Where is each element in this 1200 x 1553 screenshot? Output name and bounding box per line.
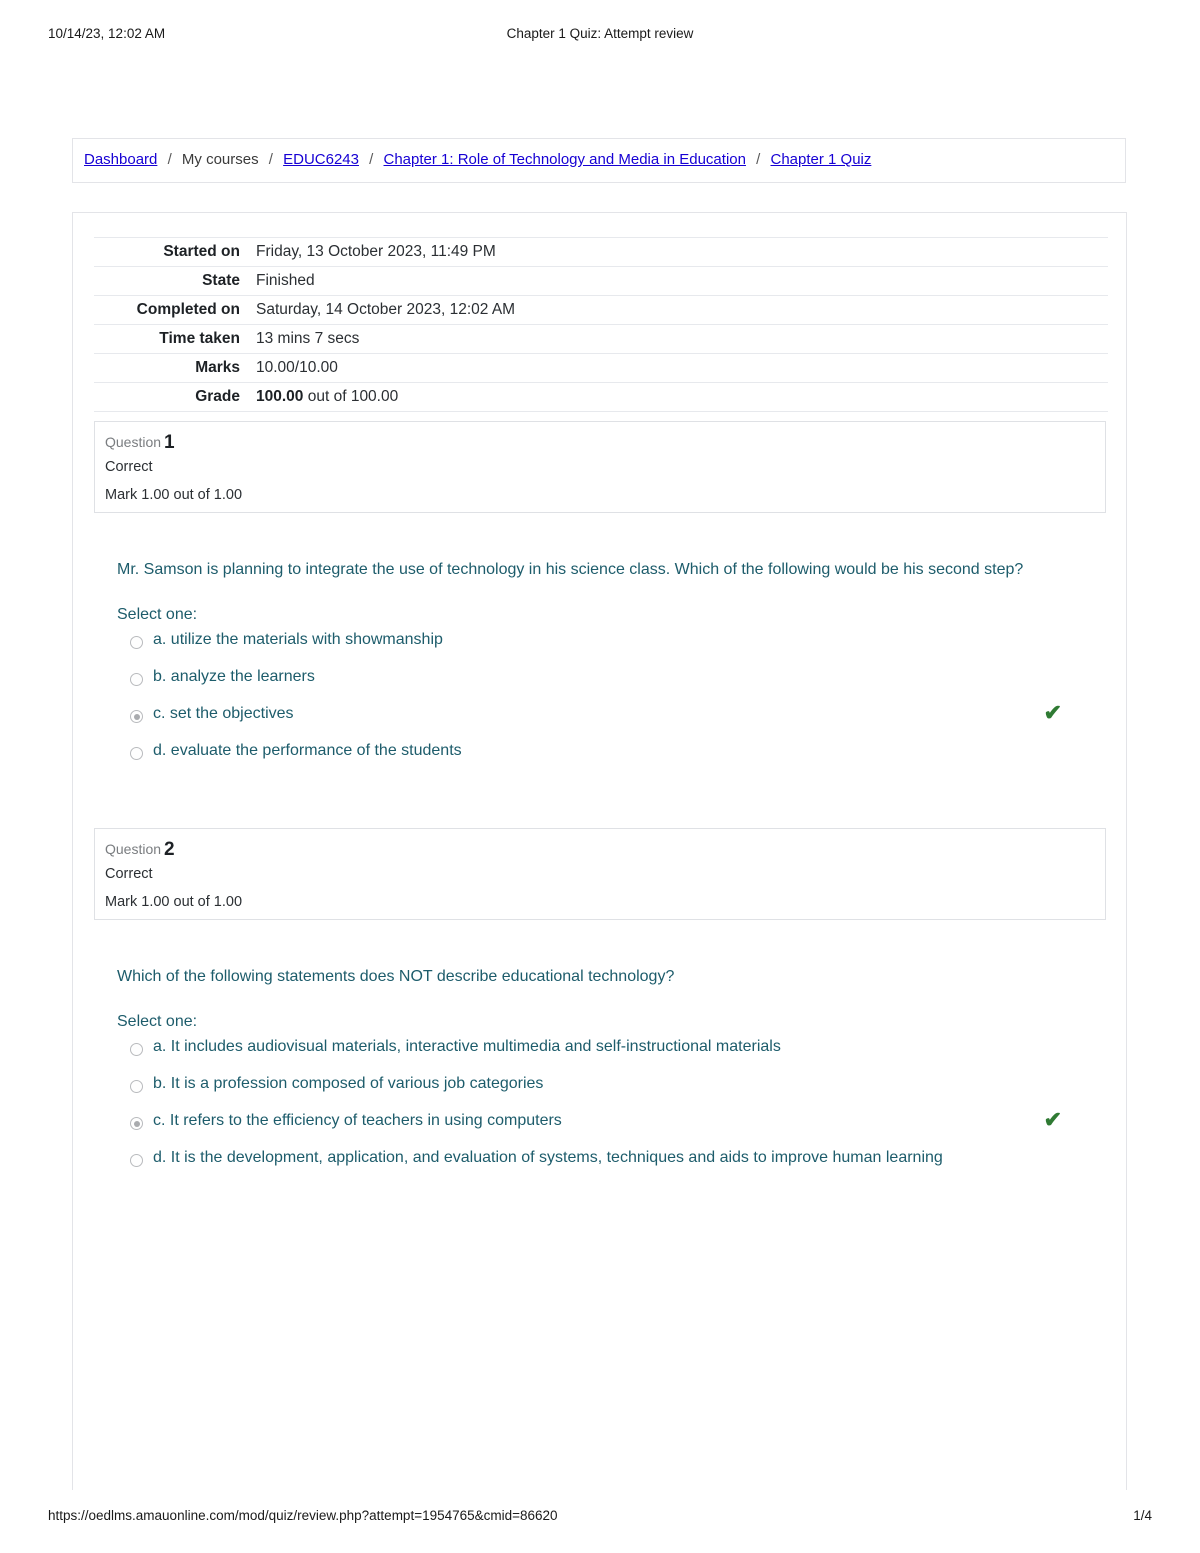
radio-button-q1-a[interactable] xyxy=(130,636,143,649)
summary-value-time-taken: 13 mins 7 secs xyxy=(256,330,360,347)
option-label-q2-b: b. It is a profession composed of variou… xyxy=(153,1075,544,1092)
breadcrumb-separator: / xyxy=(756,151,761,168)
correct-check-icon: ✔ xyxy=(1043,1107,1062,1132)
list-item[interactable]: a. It includes audiovisual materials, in… xyxy=(117,1035,1117,1072)
radio-button-q2-a[interactable] xyxy=(130,1043,143,1056)
breadcrumb-separator: / xyxy=(268,151,273,168)
option-label-q2-d: d. It is the development, application, a… xyxy=(153,1149,943,1166)
summary-label-time-taken: Time taken xyxy=(159,330,240,347)
summary-value-marks: 10.00/10.00 xyxy=(256,359,338,376)
table-row: State Finished xyxy=(94,266,1108,296)
breadcrumb: Dashboard / My courses / EDUC6243 / Chap… xyxy=(72,138,1126,183)
question-info-1: Question 1 Correct Mark 1.00 out of 1.00 xyxy=(94,421,1106,513)
breadcrumb-separator: / xyxy=(369,151,374,168)
question-mark-2: Mark 1.00 out of 1.00 xyxy=(105,894,243,910)
radio-button-q1-b[interactable] xyxy=(130,673,143,686)
radio-button-q2-d[interactable] xyxy=(130,1154,143,1167)
summary-label-marks: Marks xyxy=(195,359,240,376)
table-row: Marks 10.00/10.00 xyxy=(94,353,1108,383)
table-row: Completed on Saturday, 14 October 2023, … xyxy=(94,295,1108,325)
summary-label-completed-on: Completed on xyxy=(136,301,240,318)
list-item[interactable]: d. It is the development, application, a… xyxy=(117,1146,1117,1183)
question-number-value: 1 xyxy=(164,432,175,453)
grade-out-of: out of 100.00 xyxy=(307,388,399,405)
question-number-value: 2 xyxy=(164,839,175,860)
table-row: Grade 100.00 out of 100.00 xyxy=(94,382,1108,412)
summary-value-completed-on: Saturday, 14 October 2023, 12:02 AM xyxy=(256,301,516,318)
list-item[interactable]: d. evaluate the performance of the stude… xyxy=(117,739,1117,776)
question-text-1: Mr. Samson is planning to integrate the … xyxy=(117,561,1024,578)
radio-button-q1-d[interactable] xyxy=(130,747,143,760)
breadcrumb-item-my-courses: My courses xyxy=(181,151,259,168)
question-state-2: Correct xyxy=(105,866,153,882)
breadcrumb-item-quiz[interactable]: Chapter 1 Quiz xyxy=(770,151,871,168)
summary-value-started-on: Friday, 13 October 2023, 11:49 PM xyxy=(256,243,496,260)
option-label-q1-b: b. analyze the learners xyxy=(153,668,315,685)
radio-button-q2-b[interactable] xyxy=(130,1080,143,1093)
list-item[interactable]: b. analyze the learners xyxy=(117,665,1117,702)
breadcrumb-separator: / xyxy=(167,151,172,168)
list-item[interactable]: c. It refers to the efficiency of teache… xyxy=(117,1109,1117,1146)
print-header: 10/14/23, 12:02 AM Chapter 1 Quiz: Attem… xyxy=(0,26,1200,46)
breadcrumb-list: Dashboard / My courses / EDUC6243 / Chap… xyxy=(84,150,871,170)
summary-label-state: State xyxy=(202,272,240,289)
print-footer-url: https://oedlms.amauonline.com/mod/quiz/r… xyxy=(48,1508,558,1523)
table-row: Time taken 13 mins 7 secs xyxy=(94,324,1108,354)
attempt-summary-table: Started on Friday, 13 October 2023, 11:4… xyxy=(94,237,1108,412)
answer-instruction-1: Select one: xyxy=(117,606,198,623)
grade-number: 100.00 xyxy=(256,388,304,405)
question-number-label: Question xyxy=(105,841,162,857)
option-label-q1-c: c. set the objectives xyxy=(153,705,294,722)
list-item[interactable]: c. set the objectives ✔ xyxy=(117,702,1117,739)
print-header-title: Chapter 1 Quiz: Attempt review xyxy=(506,26,694,41)
breadcrumb-item-course[interactable]: EDUC6243 xyxy=(283,151,359,168)
radio-button-q2-c[interactable] xyxy=(130,1117,143,1130)
question-info-2: Question 2 Correct Mark 1.00 out of 1.00 xyxy=(94,828,1106,920)
option-label-q2-a: a. It includes audiovisual materials, in… xyxy=(153,1038,781,1055)
option-label-q2-c: c. It refers to the efficiency of teache… xyxy=(153,1112,562,1129)
list-item[interactable]: a. utilize the materials with showmanshi… xyxy=(117,628,1117,665)
question-number-1: Question 1 xyxy=(105,432,175,454)
question-number-label: Question xyxy=(105,434,162,450)
question-text-2: Which of the following statements does N… xyxy=(117,968,675,985)
question-mark-1: Mark 1.00 out of 1.00 xyxy=(105,487,243,503)
quiz-review-region: Started on Friday, 13 October 2023, 11:4… xyxy=(72,212,1127,1490)
breadcrumb-item-chapter[interactable]: Chapter 1: Role of Technology and Media … xyxy=(384,151,746,168)
answer-options-1: a. utilize the materials with showmanshi… xyxy=(117,628,1117,776)
print-footer-page: 1/4 xyxy=(1133,1508,1152,1523)
summary-value-grade: 100.00 out of 100.00 xyxy=(248,383,1108,412)
breadcrumb-item-dashboard[interactable]: Dashboard xyxy=(84,151,157,168)
answer-instruction-2: Select one: xyxy=(117,1013,198,1030)
radio-button-q1-c[interactable] xyxy=(130,710,143,723)
correct-check-icon: ✔ xyxy=(1043,700,1062,725)
summary-value-state: Finished xyxy=(256,272,315,289)
summary-label-grade: Grade xyxy=(195,388,240,405)
summary-label-started-on: Started on xyxy=(163,243,240,260)
option-label-q1-a: a. utilize the materials with showmanshi… xyxy=(153,631,443,648)
print-footer: https://oedlms.amauonline.com/mod/quiz/r… xyxy=(0,1508,1200,1528)
table-row: Started on Friday, 13 October 2023, 11:4… xyxy=(94,237,1108,267)
list-item[interactable]: b. It is a profession composed of variou… xyxy=(117,1072,1117,1109)
question-state-1: Correct xyxy=(105,459,153,475)
option-label-q1-d: d. evaluate the performance of the stude… xyxy=(153,742,462,759)
answer-options-2: a. It includes audiovisual materials, in… xyxy=(117,1035,1117,1183)
question-number-2: Question 2 xyxy=(105,839,175,861)
